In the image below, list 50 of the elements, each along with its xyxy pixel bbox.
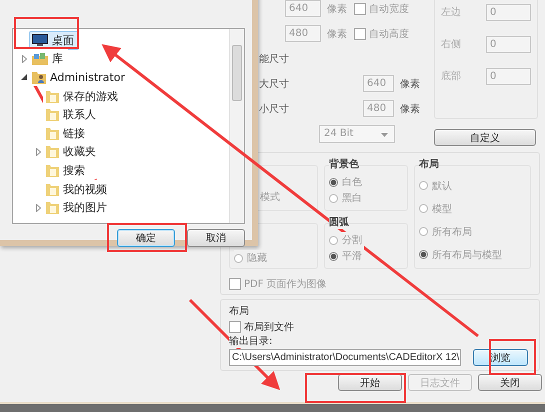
margin-field[interactable]: 0 bbox=[486, 36, 531, 52]
unit-label: 像素 bbox=[327, 2, 347, 16]
margin-field[interactable]: 0 bbox=[486, 4, 531, 20]
margin-label: 左边 bbox=[441, 6, 461, 19]
group-title: 圆弧 bbox=[329, 217, 349, 229]
output-folder-label: 输出目录: bbox=[229, 336, 272, 348]
folder-icon bbox=[46, 201, 59, 214]
group-title: 背景色 bbox=[329, 159, 359, 171]
pdf-image-checkbox[interactable]: PDF 页面作为图像 bbox=[229, 277, 327, 291]
layout-to-file-checkbox[interactable]: 布局到文件 bbox=[229, 320, 294, 334]
browse-button[interactable]: 浏览 bbox=[473, 349, 528, 366]
highlight-box bbox=[14, 17, 79, 49]
collapsed-arrow-icon[interactable] bbox=[22, 54, 26, 63]
group-title: 布局 bbox=[229, 306, 249, 318]
margin-label: 底部 bbox=[441, 70, 461, 83]
expanded-arrow-icon[interactable] bbox=[21, 74, 27, 80]
radio-option[interactable]: 隐藏 bbox=[234, 250, 269, 266]
unit-label: 像素 bbox=[400, 102, 420, 116]
group-title: 布局 bbox=[419, 159, 439, 171]
action-button[interactable]: 开始 bbox=[338, 374, 402, 391]
unit-label: 像素 bbox=[400, 78, 420, 90]
max-size-field[interactable]: 640 bbox=[363, 75, 394, 92]
mode-label: 模式 bbox=[260, 192, 280, 203]
library-icon bbox=[32, 52, 48, 65]
min-size-label: 小尺寸 bbox=[259, 102, 290, 116]
margin-field[interactable]: 0 bbox=[486, 68, 531, 84]
dialog-button[interactable]: 确定 bbox=[117, 229, 175, 247]
radio-option[interactable]: 白色 bbox=[329, 174, 364, 190]
action-button[interactable]: 关闭 bbox=[478, 374, 542, 391]
radio-option[interactable]: 分割 bbox=[329, 232, 364, 248]
caret-icon bbox=[381, 132, 388, 136]
max-size-label: 大尺寸 bbox=[259, 78, 290, 90]
color-depth-dropdown[interactable]: 24 Bit bbox=[319, 124, 395, 142]
radio-option[interactable]: 平滑 bbox=[329, 248, 364, 264]
section-label: 能尺寸 bbox=[259, 52, 289, 66]
unit-label: 像素 bbox=[327, 28, 347, 40]
width-field[interactable]: 640 bbox=[285, 0, 321, 17]
output-path-field[interactable]: C:\Users\Administrator\Documents\CADEditorX 12\ bbox=[229, 349, 461, 366]
auto-height-checkbox[interactable]: 自动高度 bbox=[354, 26, 409, 40]
user-folder-icon bbox=[32, 70, 46, 84]
collapsed-arrow-icon[interactable] bbox=[36, 204, 40, 212]
monitor-icon bbox=[32, 34, 48, 46]
scrollbar[interactable] bbox=[229, 29, 244, 223]
customize-button[interactable]: 自定义 bbox=[434, 129, 536, 146]
dialog-button[interactable]: 取消 bbox=[187, 229, 245, 247]
height-field[interactable]: 480 bbox=[285, 25, 321, 42]
auto-width-checkbox[interactable]: 自动宽度 bbox=[354, 2, 409, 16]
margin-label: 右侧 bbox=[441, 38, 461, 51]
min-size-field[interactable]: 480 bbox=[363, 100, 394, 117]
highlight-box bbox=[489, 339, 536, 375]
